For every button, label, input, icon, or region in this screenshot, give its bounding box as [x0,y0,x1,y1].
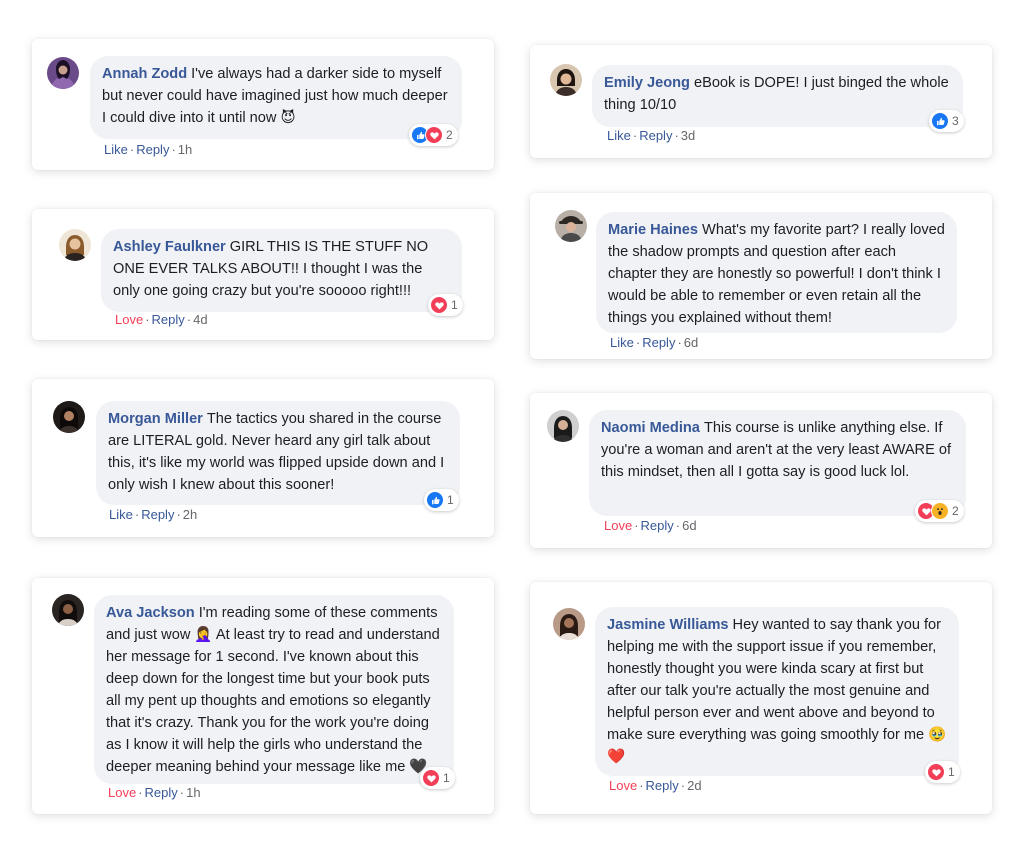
like-reaction-icon [426,491,444,509]
comment-author[interactable]: Marie Haines [608,222,698,238]
wow-reaction-icon [931,502,949,520]
comment-author[interactable]: Morgan Miller [108,411,203,427]
comment-timestamp[interactable]: 2d [687,778,701,793]
comment-text: Hey wanted to say thank you for helping … [607,617,947,765]
reaction-summary[interactable]: 1 [925,761,960,783]
avatar[interactable] [52,594,84,626]
comment-timestamp[interactable]: 3d [681,128,695,143]
comment-card: Ashley Faulkner GIRL THIS IS THE STUFF NO… [32,209,494,340]
love-reaction-icon [422,769,440,787]
like-button[interactable]: Like [607,128,631,143]
comment-bubble: Naomi Medina This course is unlike anythi… [589,410,966,516]
comment-author[interactable]: Jasmine Williams [607,617,729,633]
reaction-count: 1 [443,771,450,785]
reaction-summary[interactable]: 1 [420,767,455,789]
reaction-summary[interactable]: 2 [915,500,964,522]
comment-bubble: Emily Jeong eBook is DOPE! I just binged … [592,65,963,127]
comment-actions: Like · Reply · 6d [610,335,699,350]
comment-actions: Love · Reply · 1h [108,785,201,800]
comment-card: Emily Jeong eBook is DOPE! I just binged … [530,45,992,158]
reaction-summary[interactable]: 2 [409,124,458,146]
comment-bubble: Marie Haines What's my favorite part? I r… [596,212,957,333]
comment-bubble: Ashley Faulkner GIRL THIS IS THE STUFF NO… [101,229,462,312]
comment-card: Marie Haines What's my favorite part? I r… [530,193,992,359]
comment-card: Annah Zodd I've always had a darker side … [32,39,494,170]
comment-actions: Like · Reply · 3d [607,128,696,143]
comment-author[interactable]: Emily Jeong [604,75,690,91]
reaction-count: 3 [952,114,959,128]
comment-timestamp[interactable]: 6d [682,518,696,533]
comment-timestamp[interactable]: 1h [178,142,192,157]
reaction-count: 1 [447,493,454,507]
love-button[interactable]: Love [108,785,136,800]
comment-card: Naomi Medina This course is unlike anythi… [530,393,992,548]
reaction-summary[interactable]: 1 [424,489,459,511]
comment-card: Morgan Miller The tactics you shared in t… [32,379,494,537]
comment-actions: Like · Reply · 1h [104,142,193,157]
comment-author[interactable]: Annah Zodd [102,66,187,82]
reply-button[interactable]: Reply [136,142,169,157]
love-button[interactable]: Love [115,312,143,327]
like-reaction-icon [931,112,949,130]
comment-timestamp[interactable]: 6d [684,335,698,350]
reply-button[interactable]: Reply [145,785,178,800]
like-button[interactable]: Like [610,335,634,350]
avatar[interactable] [555,210,587,242]
avatar[interactable] [47,57,79,89]
reaction-count: 1 [948,765,955,779]
reply-button[interactable]: Reply [152,312,185,327]
like-button[interactable]: Like [109,507,133,522]
reply-button[interactable]: Reply [141,507,174,522]
love-reaction-icon [927,763,945,781]
avatar[interactable] [547,410,579,442]
comment-author[interactable]: Naomi Medina [601,420,700,436]
reaction-summary[interactable]: 1 [428,294,463,316]
comment-bubble: Ava Jackson I'm reading some of these com… [94,595,454,784]
reply-button[interactable]: Reply [639,128,672,143]
avatar[interactable] [553,608,585,640]
love-button[interactable]: Love [609,778,637,793]
comment-timestamp[interactable]: 1h [186,785,200,800]
comment-author[interactable]: Ashley Faulkner [113,239,226,255]
love-reaction-icon [425,126,443,144]
avatar[interactable] [59,229,91,261]
comment-bubble: Annah Zodd I've always had a darker side … [90,56,462,139]
reply-button[interactable]: Reply [641,518,674,533]
avatar[interactable] [53,401,85,433]
comment-actions: Like · Reply · 2h [109,507,198,522]
love-button[interactable]: Love [604,518,632,533]
reply-button[interactable]: Reply [642,335,675,350]
reaction-count: 2 [952,504,959,518]
comment-timestamp[interactable]: 4d [193,312,207,327]
avatar[interactable] [550,64,582,96]
comment-card: Jasmine Williams Hey wanted to say thank … [530,582,992,814]
comment-actions: Love · Reply · 4d [115,312,208,327]
comment-actions: Love · Reply · 6d [604,518,697,533]
comment-bubble: Jasmine Williams Hey wanted to say thank … [595,607,959,776]
comment-bubble: Morgan Miller The tactics you shared in t… [96,401,460,505]
reaction-count: 1 [451,298,458,312]
comment-author[interactable]: Ava Jackson [106,605,195,621]
comment-text: I'm reading some of these comments and j… [106,605,440,775]
comment-timestamp[interactable]: 2h [183,507,197,522]
comment-actions: Love · Reply · 2d [609,778,702,793]
reaction-summary[interactable]: 3 [929,110,964,132]
like-button[interactable]: Like [104,142,128,157]
reaction-count: 2 [446,128,453,142]
reply-button[interactable]: Reply [646,778,679,793]
love-reaction-icon [430,296,448,314]
comment-card: Ava Jackson I'm reading some of these com… [32,578,494,814]
